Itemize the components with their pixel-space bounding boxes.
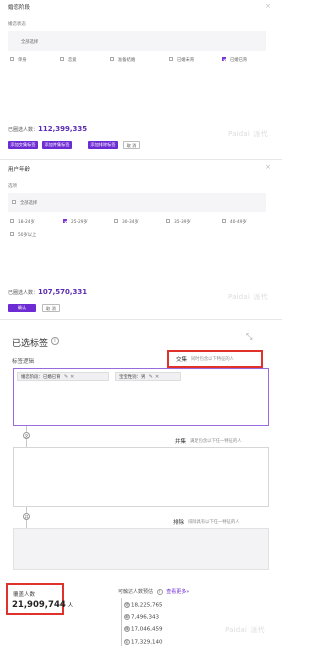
add-intersection-button[interactable]: 添加交集标签 [8, 141, 38, 149]
option-label[interactable]: 单身 [18, 57, 27, 63]
checkbox[interactable] [10, 219, 14, 223]
reach-value: 7,496,343 [131, 614, 159, 621]
channel-icon: 钉 [124, 639, 130, 645]
reach-row: 短 18,225,765 [124, 602, 163, 609]
intersection-hint: 同时包含以下特征的人 [191, 357, 234, 362]
exclude-title: 排除 [173, 520, 185, 526]
coverage-label: 覆盖人数 [13, 592, 36, 598]
selected-count: 已圈选人数：107,570,331 [8, 288, 87, 296]
collapse-icon[interactable]: ⤡ [246, 332, 252, 342]
option-label[interactable]: 已婚已育 [230, 57, 247, 63]
checkbox[interactable] [110, 57, 114, 61]
reach-label: 可触达人数预估 [118, 589, 154, 595]
option-label[interactable]: 50岁以上 [18, 232, 36, 238]
count-value: 107,570,331 [38, 288, 88, 296]
count-label: 已圈选人数： [8, 290, 39, 296]
close-icon[interactable]: ✕ [155, 373, 159, 381]
checkbox[interactable] [10, 232, 14, 236]
union-box[interactable] [13, 447, 269, 507]
option-label[interactable]: 35-39岁 [174, 219, 191, 225]
marriage-stage-panel: 婚恋阶段 × 婚恋状态 全部选择 单身 恋爱 准备结婚 已婚未育 已婚已育 已圈… [0, 0, 282, 160]
select-all-box: 全部选择 [8, 31, 266, 51]
tag-text: 婚恋阶段：已婚已育 [21, 375, 61, 380]
option-label[interactable]: 恋爱 [68, 57, 77, 63]
reach-row: 微 17,046,459 [124, 626, 163, 633]
checkbox[interactable] [10, 57, 14, 61]
option-label[interactable]: 30-34岁 [122, 219, 139, 225]
select-all-option[interactable]: 全部选择 [21, 39, 38, 45]
cancel-button[interactable]: 取 消 [42, 304, 60, 312]
paidai-watermark: Paidai 派代 [228, 293, 268, 301]
reach-row: 钉 17,329,140 [124, 639, 163, 646]
select-all-option[interactable]: 全部选择 [20, 200, 37, 206]
option-label[interactable]: 已婚未育 [177, 57, 194, 63]
tag-chip: 婚恋阶段：已婚已育 ✎ ✕ [17, 372, 109, 381]
checkbox[interactable] [12, 200, 16, 204]
view-more-link[interactable]: 查看更多 [166, 589, 186, 595]
intersection-title: 交集 [176, 357, 188, 363]
union-connector-icon: 并 [23, 513, 30, 520]
paidai-watermark: Paidai 派代 [225, 626, 265, 634]
selected-count: 已圈选人数：112,399,335 [8, 125, 87, 133]
close-icon[interactable]: × [265, 164, 271, 171]
count-label: 已圈选人数： [8, 127, 39, 133]
tag-text: 宝宝性别：男 [119, 375, 146, 380]
option-label[interactable]: 18-24岁 [18, 219, 35, 225]
close-icon[interactable]: ✕ [70, 373, 74, 381]
option-label[interactable]: 40-49岁 [230, 219, 247, 225]
reach-value: 17,329,140 [131, 639, 163, 646]
union-title: 并集 [175, 439, 187, 445]
help-icon[interactable]: ? [156, 589, 163, 595]
panel-title: 用户年龄 [8, 167, 31, 173]
reach-tree-line [121, 598, 122, 646]
panel-title: 婚恋阶段 [8, 5, 31, 11]
section-title: 已选标签 [12, 339, 49, 349]
option-label[interactable]: 25-29岁 [71, 219, 88, 225]
edit-icon[interactable]: ✎ [149, 373, 153, 381]
reach-value: 17,046,459 [131, 626, 163, 633]
cancel-button[interactable]: 取 消 [123, 141, 140, 149]
option-label[interactable]: 准备结婚 [118, 57, 135, 63]
checkbox[interactable] [60, 57, 64, 61]
double-chevron-icon[interactable]: » [186, 589, 189, 595]
channel-icon: 短 [124, 602, 130, 608]
coverage-number: 21,909,744 [12, 600, 66, 610]
union-hint: 满足包含以下任一特征的人 [190, 439, 242, 444]
count-value: 112,399,335 [38, 125, 88, 133]
select-all-box: 全部选择 [8, 193, 266, 212]
checkbox-checked[interactable] [63, 219, 67, 223]
reach-value: 18,225,765 [131, 602, 163, 609]
user-age-panel: 用户年龄 × 选项 全部选择 18-24岁 25-29岁 30-34岁 35-3… [0, 161, 282, 320]
paidai-watermark: Paidai 派代 [228, 130, 268, 138]
coverage-unit: 人 [67, 603, 74, 609]
close-icon[interactable]: × [265, 3, 271, 10]
checkbox[interactable] [169, 57, 173, 61]
info-icon[interactable]: i [51, 337, 59, 345]
channel-icon: 微 [124, 626, 130, 632]
logic-label: 标签逻辑 [12, 359, 35, 365]
intersection-box[interactable]: 婚恋阶段：已婚已育 ✎ ✕ 宝宝性别：男 ✎ ✕ [13, 368, 269, 426]
edit-icon[interactable]: ✎ [64, 373, 68, 381]
checkbox[interactable] [222, 219, 226, 223]
tag-chip: 宝宝性别：男 ✎ ✕ [115, 372, 181, 381]
reach-header: 可触达人数预估 ? 查看更多» [118, 588, 189, 595]
intersection-connector-icon: 交 [23, 432, 30, 439]
exclude-hint: 排除具有以下任一特征的人 [188, 520, 240, 525]
checkbox[interactable] [114, 219, 118, 223]
exclude-box[interactable] [13, 528, 269, 570]
add-exclude-button[interactable]: 添加排除标签 [88, 141, 118, 149]
confirm-button[interactable]: 确认 [8, 304, 36, 312]
reach-row: 邮 7,496,343 [124, 614, 159, 621]
channel-icon: 邮 [124, 614, 130, 620]
add-union-button[interactable]: 添加并集标签 [42, 141, 72, 149]
group-label: 选项 [8, 184, 17, 189]
checkbox[interactable] [166, 219, 170, 223]
coverage-value: 21,909,744 人 [12, 600, 73, 610]
coverage-highlight [6, 583, 64, 615]
group-label: 婚恋状态 [8, 22, 26, 27]
checkbox-checked[interactable] [222, 57, 226, 61]
